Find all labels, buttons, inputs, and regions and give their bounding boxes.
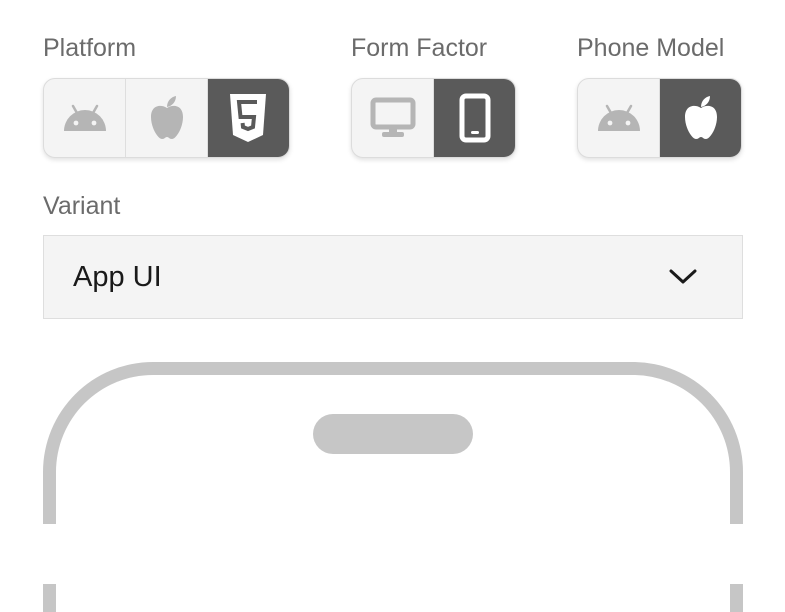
platform-label: Platform [43, 34, 137, 62]
variant-select-value: App UI [73, 260, 162, 293]
phone-notch [313, 414, 473, 454]
desktop-icon [370, 97, 416, 139]
form-factor-option-phone[interactable] [434, 79, 515, 157]
form-factor-label: Form Factor [351, 34, 488, 62]
phone-model-label: Phone Model [577, 34, 725, 62]
form-factor-segmented-control [351, 78, 516, 158]
html5-icon [229, 93, 267, 143]
apple-icon [681, 95, 721, 141]
apple-icon [147, 95, 187, 141]
variant-label: Variant [43, 192, 121, 220]
phone-model-option-apple[interactable] [660, 79, 741, 157]
platform-segmented-control [43, 78, 290, 158]
chevron-down-icon [669, 269, 742, 285]
platform-option-apple[interactable] [126, 79, 208, 157]
phone-model-option-android[interactable] [578, 79, 660, 157]
preview-clip [0, 524, 785, 584]
platform-option-html5[interactable] [207, 79, 289, 157]
phone-model-segmented-control [577, 78, 742, 158]
form-factor-option-desktop[interactable] [352, 79, 434, 157]
android-icon [596, 104, 642, 132]
android-icon [62, 104, 108, 132]
platform-option-android[interactable] [44, 79, 127, 157]
phone-icon [459, 93, 491, 143]
variant-select[interactable]: App UI [43, 235, 743, 319]
